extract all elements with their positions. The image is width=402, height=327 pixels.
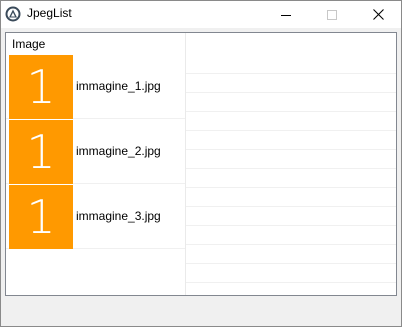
image-list-view[interactable]: Image 1 immagine_1.jpg 1 immagine_2.jpg: [5, 32, 397, 296]
grid-line: [186, 206, 396, 207]
column-header-empty[interactable]: [186, 33, 396, 54]
list-item[interactable]: 1 immagine_2.jpg: [6, 119, 185, 184]
thumbnail-text: 1: [26, 125, 56, 179]
file-name: immagine_1.jpg: [76, 79, 161, 93]
app-window: JpegList Image 1 immagine_1.jpg 1 immagi…: [0, 0, 402, 327]
window-title: JpegList: [27, 6, 72, 20]
app-icon[interactable]: [5, 6, 21, 22]
thumbnail-text: 1: [26, 190, 56, 244]
maximize-icon: [327, 9, 337, 20]
minimize-icon: [281, 14, 291, 16]
grid-line: [186, 130, 396, 131]
grid-line: [186, 187, 396, 188]
file-name: immagine_2.jpg: [76, 144, 161, 158]
file-name: immagine_3.jpg: [76, 209, 161, 223]
thumbnail-image: 1: [9, 120, 73, 184]
close-icon: [372, 9, 384, 20]
list-item[interactable]: 1 immagine_3.jpg: [6, 184, 185, 249]
grid-line: [186, 263, 396, 264]
grid-line: [186, 92, 396, 93]
grid-line: [186, 73, 396, 74]
column-header-image[interactable]: Image: [6, 33, 186, 54]
grid-line: [186, 244, 396, 245]
list-header: Image: [6, 33, 396, 54]
thumbnail-image: 1: [9, 185, 73, 249]
grid-line: [186, 149, 396, 150]
grid-line: [186, 168, 396, 169]
minimize-button[interactable]: [263, 1, 309, 28]
thumbnail-image: 1: [9, 55, 73, 119]
grid-line: [186, 111, 396, 112]
grid-line: [186, 282, 396, 283]
maximize-button[interactable]: [309, 1, 355, 28]
thumbnail-text: 1: [26, 60, 56, 114]
close-button[interactable]: [355, 1, 401, 28]
grid-line: [186, 225, 396, 226]
column-header-label: Image: [12, 37, 46, 51]
list-item[interactable]: 1 immagine_1.jpg: [6, 54, 185, 119]
title-bar[interactable]: JpegList: [1, 1, 401, 28]
